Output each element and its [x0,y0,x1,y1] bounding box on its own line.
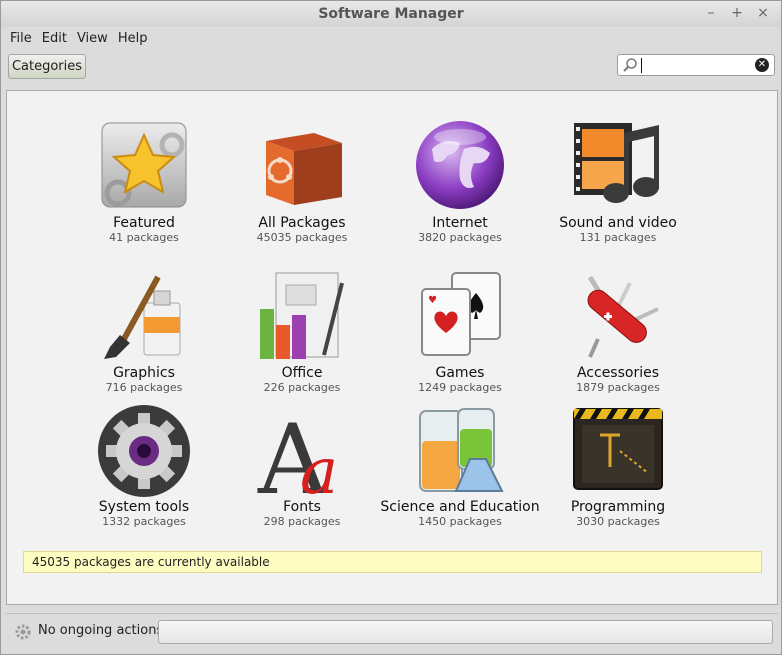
category-name: Programming [570,499,666,515]
progress-bar [158,620,773,644]
menu-bar: File Edit View Help [1,27,781,49]
toolbar: Categories ✕ [1,49,781,87]
category-count: 45035 packages [256,231,348,244]
category-sound-and-video[interactable]: Sound and video 131 packages [538,119,698,245]
category-name: All Packages [258,215,346,231]
clear-search-icon[interactable]: ✕ [755,58,769,72]
cards-icon: ♥ [421,272,501,356]
category-name: Graphics [113,365,175,381]
window-title: Software Manager [318,6,464,22]
search-caret [641,58,642,73]
gear-icon [15,624,31,640]
category-count: 131 packages [579,231,657,244]
category-count: 1879 packages [576,381,660,394]
category-featured[interactable]: Featured 41 packages [64,119,224,245]
category-count: 1332 packages [102,515,186,528]
category-name: Games [435,365,485,381]
menu-edit[interactable]: Edit [37,31,72,46]
paint-icon [104,275,181,359]
flask-icon [419,408,504,492]
maximize-button[interactable]: + [729,4,745,22]
category-count: 3030 packages [576,515,660,528]
category-count: 41 packages [109,231,179,244]
category-count: 1450 packages [418,515,502,528]
search-icon [623,58,637,72]
menu-file[interactable]: File [5,31,37,46]
category-all-packages[interactable]: All Packages 45035 packages [222,119,382,245]
category-count: 716 packages [105,381,183,394]
status-text: No ongoing actions [38,623,164,638]
category-count: 1249 packages [418,381,502,394]
category-count: 226 packages [263,381,341,394]
categories-button[interactable]: Categories [8,54,86,79]
font-icon: A a [257,404,338,499]
category-count: 3820 packages [418,231,502,244]
category-system-tools[interactable]: System tools 1332 packages [64,403,224,529]
box-icon [266,133,342,205]
terminal-icon [573,408,663,490]
category-count: 298 packages [263,515,341,528]
category-science-and-education[interactable]: Science and Education 1450 packages [380,403,540,529]
multitool-icon [587,275,659,358]
category-name: Accessories [576,365,660,381]
category-name: Featured [113,215,175,231]
svg-text:a: a [300,435,338,499]
media-icon [574,123,659,203]
category-name: Office [281,365,323,381]
office-icon [260,272,344,359]
minimize-button[interactable]: – [703,4,719,22]
categories-panel: Featured 41 packages All Packages 45035 … [6,90,778,605]
category-accessories[interactable]: Accessories 1879 packages [538,269,698,395]
category-office[interactable]: Office 226 packages [222,269,382,395]
availability-notice: 45035 packages are currently available [23,551,762,573]
category-fonts[interactable]: A a Fonts 298 packages [222,403,382,529]
globe-icon [416,121,504,209]
title-bar: Software Manager – + × [1,1,781,27]
category-name: Sound and video [559,215,677,231]
category-name: Fonts [283,499,321,515]
svg-text:♥: ♥ [428,295,437,306]
status-bar: No ongoing actions [6,613,778,649]
close-button[interactable]: × [755,4,771,22]
category-name: Internet [432,215,488,231]
category-programming[interactable]: Programming 3030 packages [538,403,698,529]
category-name: System tools [98,499,190,515]
category-games[interactable]: ♥ Games 1249 packages [380,269,540,395]
category-graphics[interactable]: Graphics 716 packages [64,269,224,395]
software-manager-window: Software Manager – + × File Edit View He… [0,0,782,655]
star-icon [101,122,187,208]
search-input[interactable]: ✕ [617,54,775,76]
gear-icon [98,405,190,497]
menu-view[interactable]: View [72,31,113,46]
menu-help[interactable]: Help [113,31,153,46]
category-name: Science and Education [380,499,540,515]
category-internet[interactable]: Internet 3820 packages [380,119,540,245]
